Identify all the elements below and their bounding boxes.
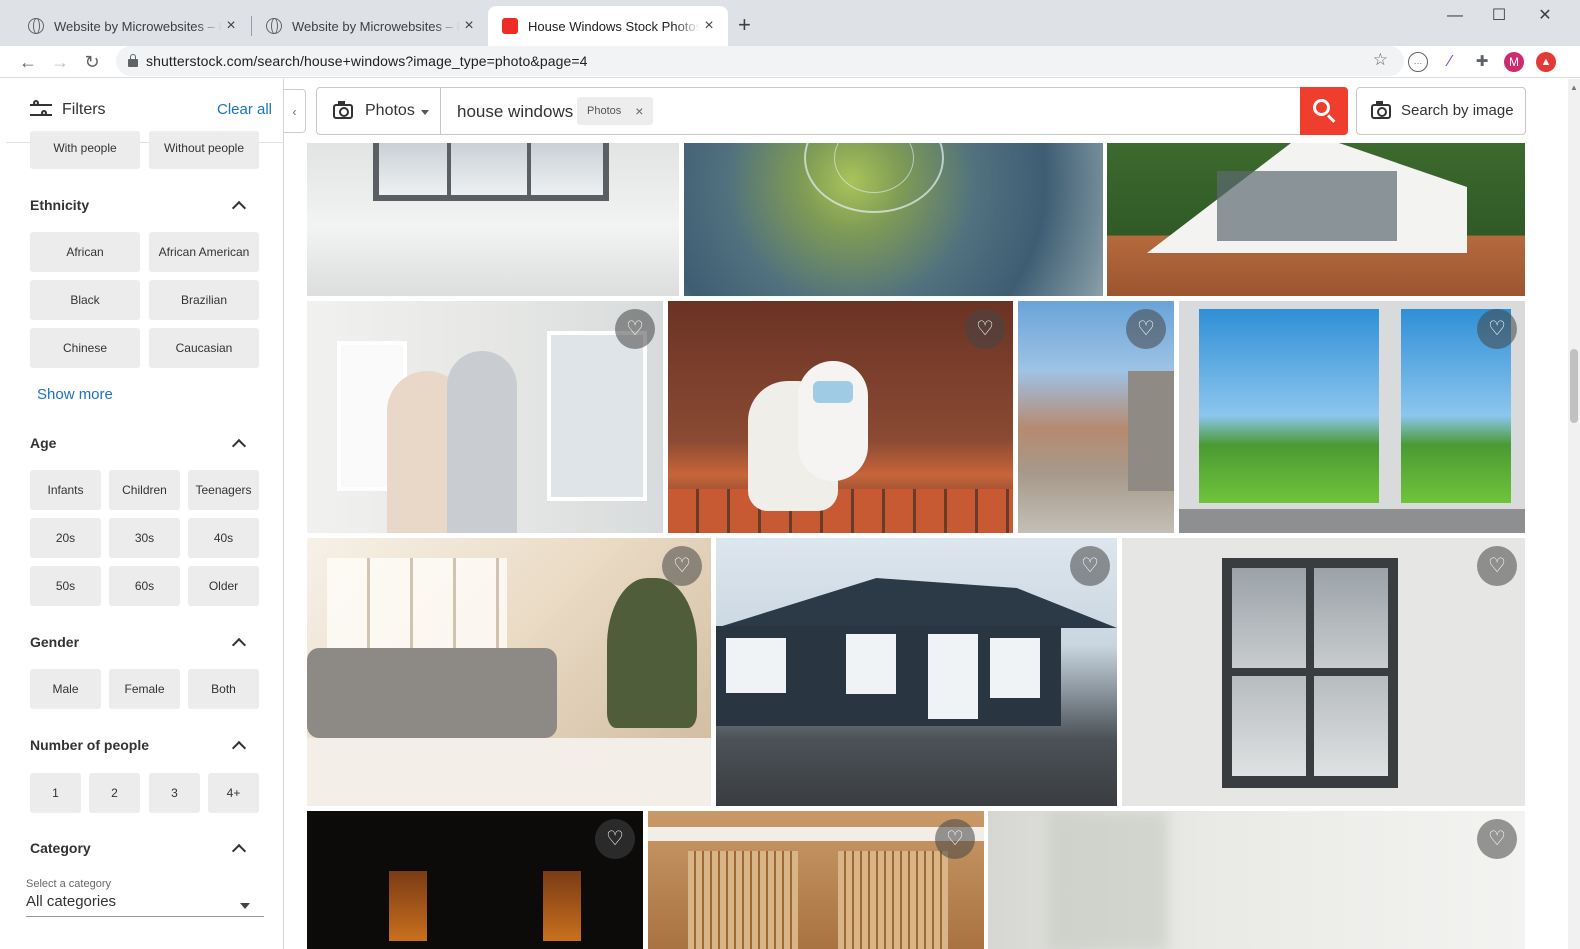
favorite-heart-icon[interactable]: ♡ [1126,309,1166,349]
search-by-image-button[interactable]: Search by image [1356,87,1526,135]
photo-house-at-night[interactable]: ♡ [307,811,643,949]
favorite-heart-icon[interactable]: ♡ [615,309,655,349]
photo-family-on-sofa[interactable]: ♡ [307,538,711,806]
dropdown-arrow-icon [421,110,429,115]
extension-chat-icon[interactable]: … [1408,52,1428,72]
back-arrow-icon[interactable]: ← [16,50,40,74]
search-icon [1313,99,1330,116]
remove-filter-icon[interactable]: × [635,103,643,119]
image-type-label: Photos [365,102,415,119]
new-tab-button[interactable]: + [738,12,751,38]
search-input[interactable]: house windows [457,102,573,122]
photo-rooftop-city-view[interactable]: ♡ [1018,301,1174,533]
camera-icon [333,101,353,119]
browser-tab[interactable]: Website by Microwebsites – Perth × [252,6,488,46]
collapse-filters-button[interactable]: ‹ [284,89,306,133]
close-tab-icon[interactable]: × [222,17,240,35]
favorite-heart-icon[interactable]: ♡ [595,819,635,859]
photo-broken-window-glass[interactable] [684,143,1103,296]
shutterstock-logo-icon [502,18,518,34]
pill-label: Photos [587,105,622,117]
profile-avatar[interactable]: M [1504,52,1524,72]
photo-wooden-doors[interactable]: ♡ [648,811,984,949]
url-text[interactable]: shutterstock.com/search/house+windows?im… [146,53,588,69]
search-button[interactable] [1300,87,1348,135]
photo-grey-window-frame[interactable]: ♡ [1122,538,1525,806]
tab-title: Website by Microwebsites – Perth [54,18,222,34]
photo-dark-wooden-house[interactable]: ♡ [716,538,1117,806]
photo-blurred-window-light[interactable]: ♡ [988,811,1525,949]
browser-toolbar: ← → ↻ shutterstock.com/search/house+wind… [0,46,1580,78]
page-scrollbar[interactable]: ▲ [1568,79,1580,949]
scroll-up-arrow-icon[interactable]: ▲ [1570,83,1578,92]
extensions-puzzle-icon[interactable]: ✚ [1472,52,1492,72]
browser-tab[interactable]: Website by Microwebsites – Perth × [14,6,250,46]
photo-girl-mask-teddy[interactable]: ♡ [668,301,1013,533]
favorite-heart-icon[interactable]: ♡ [965,309,1005,349]
search-bar: Photos house windows Photos × [316,87,1348,135]
favorite-heart-icon[interactable]: ♡ [1477,819,1517,859]
photo-window-green-field[interactable]: ♡ [1179,301,1525,533]
reload-icon[interactable]: ↻ [80,50,104,74]
tab-title: Website by Microwebsites – Perth [292,18,460,34]
favorite-heart-icon[interactable]: ♡ [662,546,702,586]
results-grid: ♡ ♡ ♡ ♡ ♡ ♡ ♡ ♡ ♡ ♡ [0,143,1568,949]
forward-arrow-icon[interactable]: → [48,50,72,74]
camera-plus-icon [1371,101,1391,119]
favorite-heart-icon[interactable]: ♡ [1070,546,1110,586]
address-bar[interactable]: shutterstock.com/search/house+windows?im… [116,46,1404,76]
close-window-button[interactable]: ✕ [1522,4,1568,28]
active-filter-pill[interactable]: Photos × [577,97,654,125]
browser-tab-strip: Website by Microwebsites – Perth × Websi… [0,0,1580,46]
favorite-heart-icon[interactable]: ♡ [935,819,975,859]
image-type-dropdown[interactable]: Photos [317,88,441,134]
extension-pen-icon[interactable]: ⁄ [1440,52,1460,72]
page-content: Filters Clear all With people Without pe… [0,79,1568,949]
filter-sliders-icon [30,100,52,121]
browser-tab-active[interactable]: House Windows Stock Photos, Images × [488,6,728,46]
lock-icon[interactable] [128,54,138,67]
bookmark-star-icon[interactable]: ☆ [1373,50,1388,70]
globe-icon [28,18,44,34]
scrollbar-thumb[interactable] [1570,349,1578,423]
minimize-button[interactable]: — [1432,4,1478,28]
close-tab-icon[interactable]: × [460,17,478,35]
extension-red-icon[interactable]: ▲ [1536,52,1556,72]
photo-couple-looking-window[interactable]: ♡ [307,301,663,533]
favorite-heart-icon[interactable]: ♡ [1477,546,1517,586]
maximize-button[interactable]: ☐ [1476,4,1522,28]
photo-empty-room-window[interactable] [307,143,679,296]
search-by-image-label: Search by image [1401,102,1514,119]
close-tab-icon[interactable]: × [700,17,718,35]
clear-all-link[interactable]: Clear all [217,101,272,118]
filters-label: Filters [62,101,106,118]
tab-title: House Windows Stock Photos, Images [528,18,700,34]
favorite-heart-icon[interactable]: ♡ [1477,309,1517,349]
photo-modern-house-terrace[interactable] [1107,143,1525,296]
globe-icon [266,18,282,34]
